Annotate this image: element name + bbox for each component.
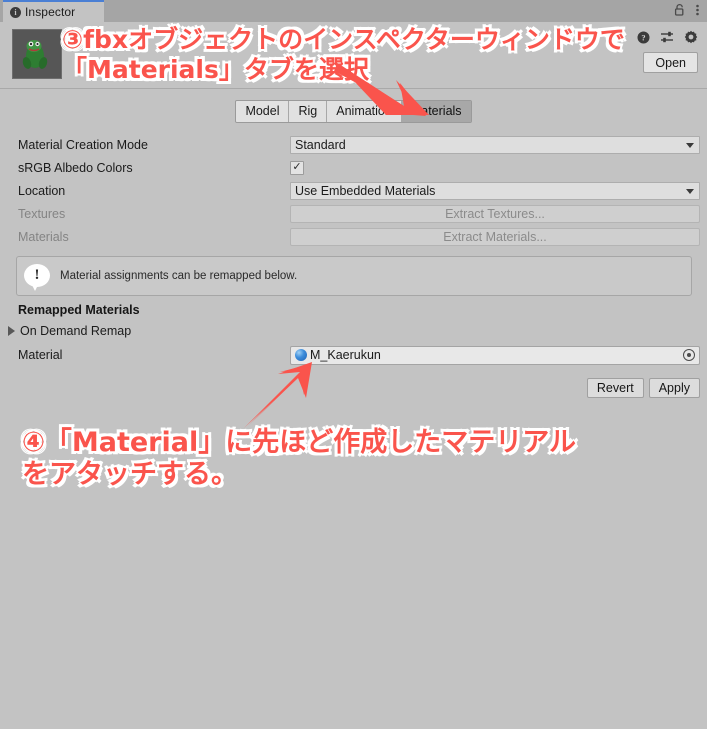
property-label-textures: Textures bbox=[18, 206, 66, 221]
dropdown-location[interactable]: Use Embedded Materials bbox=[290, 181, 700, 200]
remapped-materials-title: Remapped Materials bbox=[18, 303, 140, 317]
property-row-srgb-albedo-colors: sRGB Albedo Colors ✓ bbox=[0, 156, 707, 179]
header-icon-row: ? bbox=[637, 30, 698, 44]
tab-model[interactable]: Model bbox=[236, 100, 290, 122]
object-picker-icon[interactable] bbox=[683, 349, 695, 361]
info-help-text: Material assignments can be remapped bel… bbox=[60, 270, 298, 282]
info-circle-icon: i bbox=[10, 6, 21, 18]
preset-sliders-icon[interactable] bbox=[660, 31, 674, 44]
material-sphere-icon bbox=[295, 349, 307, 361]
info-help-box: ! Material assignments can be remapped b… bbox=[16, 256, 692, 296]
revert-button[interactable]: Revert bbox=[586, 378, 644, 398]
tab-rig[interactable]: Rig bbox=[289, 100, 328, 122]
inspector-window: i Inspector ? Open Model Rig Animation M… bbox=[0, 0, 707, 729]
annotation-arrow-to-material-field bbox=[244, 362, 312, 428]
property-row-location: Location Use Embedded Materials bbox=[0, 179, 707, 202]
material-remap-row: Material M_Kaerukun bbox=[0, 345, 707, 365]
material-object-field[interactable]: M_Kaerukun bbox=[290, 345, 700, 365]
dropdown-value-material-creation-mode: Standard bbox=[295, 137, 346, 152]
property-label-location: Location bbox=[18, 183, 66, 198]
gear-icon[interactable] bbox=[684, 30, 698, 44]
material-object-name: M_Kaerukun bbox=[310, 348, 381, 362]
property-label-materials: Materials bbox=[18, 229, 69, 244]
chevron-down-icon bbox=[686, 188, 694, 194]
property-row-textures: Textures Extract Textures... bbox=[0, 202, 707, 225]
chevron-down-icon bbox=[686, 142, 694, 148]
apply-button[interactable]: Apply bbox=[648, 378, 700, 398]
checkbox-srgb-albedo-colors[interactable]: ✓ bbox=[290, 160, 304, 175]
dropdown-value-location: Use Embedded Materials bbox=[295, 183, 436, 198]
button-textures[interactable]: Extract Textures... bbox=[290, 204, 700, 223]
lock-icon[interactable] bbox=[673, 3, 686, 17]
property-rows: Material Creation Mode Standard sRGB Albed… bbox=[0, 133, 707, 248]
property-row-materials: Materials Extract Materials... bbox=[0, 225, 707, 248]
annotation-arrow-to-materials-tab bbox=[334, 62, 429, 116]
tab-inspector[interactable]: i Inspector bbox=[3, 0, 104, 22]
property-label-material-creation-mode: Material Creation Mode bbox=[18, 137, 148, 152]
svg-text:?: ? bbox=[641, 32, 645, 42]
window-titlebar: i Inspector bbox=[0, 0, 707, 22]
material-field-label: Material bbox=[18, 348, 63, 362]
help-icon[interactable]: ? bbox=[637, 31, 650, 44]
dropdown-material-creation-mode[interactable]: Standard bbox=[290, 135, 700, 154]
open-button[interactable]: Open bbox=[643, 52, 698, 73]
annotation-step4-text: ④「Material」に先ほど作成したマテリアル をアタッチする。 bbox=[22, 427, 576, 490]
tab-inspector-label: Inspector bbox=[25, 5, 76, 19]
property-label-srgb-albedo-colors: sRGB Albedo Colors bbox=[18, 160, 133, 175]
triangle-right-icon bbox=[8, 326, 15, 336]
kebab-menu-icon[interactable] bbox=[695, 3, 700, 17]
info-bubble-icon: ! bbox=[24, 264, 50, 291]
property-row-material-creation-mode: Material Creation Mode Standard bbox=[0, 133, 707, 156]
on-demand-remap-foldout[interactable]: On Demand Remap bbox=[8, 324, 131, 338]
apply-revert-bar: Revert Apply bbox=[586, 378, 700, 398]
asset-thumbnail[interactable] bbox=[12, 29, 62, 79]
titlebar-actions bbox=[673, 3, 700, 17]
on-demand-remap-label: On Demand Remap bbox=[20, 324, 132, 338]
button-materials[interactable]: Extract Materials... bbox=[290, 227, 700, 246]
